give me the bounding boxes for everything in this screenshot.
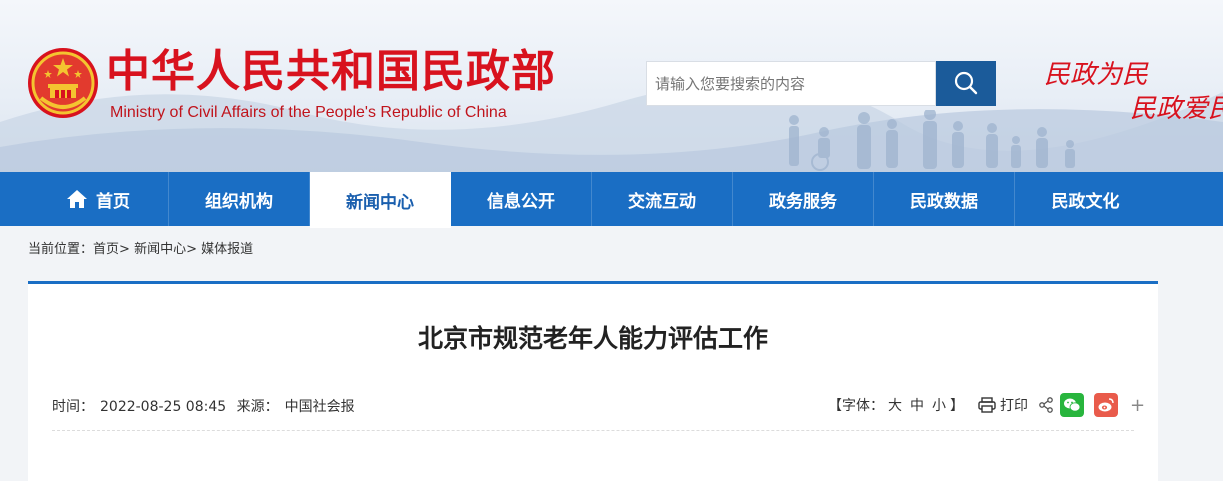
site-title: 中华人民共和国民政部 [106, 46, 556, 97]
publish-time: 2022-08-25 08:45 [100, 399, 227, 415]
nav-item-label: 首页 [96, 191, 130, 212]
more-share-button[interactable]: + [1130, 395, 1145, 416]
wechat-icon [1064, 398, 1081, 412]
weibo-icon [1098, 398, 1114, 412]
nav-item-info-disclosure[interactable]: 信息公开 [451, 172, 592, 226]
font-size-close: 】 [950, 398, 964, 414]
article-tools: 【字体： 大 中 小 】 打印 + [828, 392, 1145, 418]
search-icon [954, 71, 978, 95]
wechat-share-button[interactable] [1060, 393, 1084, 417]
main-nav: 首页 组织机构 新闻中心 信息公开 交流互动 政务服务 民政数据 民政文化 [0, 172, 1223, 228]
meta-divider [52, 430, 1134, 431]
nav-item-culture[interactable]: 民政文化 [1015, 172, 1156, 226]
print-button[interactable]: 打印 [978, 395, 1028, 415]
national-emblem-icon [28, 48, 98, 118]
article-source: 中国社会报 [284, 399, 355, 415]
nav-item-label: 新闻中心 [346, 192, 414, 213]
source-label: 来源： [236, 399, 279, 415]
nav-item-label: 民政数据 [910, 191, 978, 212]
nav-item-organization[interactable]: 组织机构 [169, 172, 310, 226]
nav-item-interaction[interactable]: 交流互动 [592, 172, 733, 226]
breadcrumb-home[interactable]: 首页 [93, 242, 119, 257]
search-input[interactable] [646, 61, 936, 106]
home-icon [67, 190, 87, 208]
slogan-line-1: 民政为民 [1044, 60, 1149, 90]
breadcrumb-news-center[interactable]: 新闻中心 [134, 242, 186, 257]
breadcrumb-separator: > [186, 242, 197, 257]
nav-item-label: 信息公开 [487, 191, 555, 212]
time-label: 时间： [52, 399, 94, 415]
slogan-line-2: 民政爱民 [1130, 94, 1223, 124]
weibo-share-button[interactable] [1094, 393, 1118, 417]
nav-item-home[interactable]: 首页 [28, 172, 169, 226]
search-button[interactable] [936, 61, 996, 106]
font-size-open: 【字体： [828, 398, 884, 414]
breadcrumb-prefix: 当前位置： [28, 242, 94, 257]
nav-item-label: 民政文化 [1051, 191, 1120, 212]
font-size-large-button[interactable]: 大 [888, 395, 902, 415]
print-label: 打印 [1000, 398, 1028, 414]
font-size-small-button[interactable]: 小 [932, 395, 946, 415]
site-subtitle: Ministry of Civil Affairs of the People'… [110, 104, 507, 121]
article-title: 北京市规范老年人能力评估工作 [417, 324, 768, 353]
breadcrumb-media-reports[interactable]: 媒体报道 [201, 242, 253, 257]
nav-item-data[interactable]: 民政数据 [874, 172, 1015, 226]
breadcrumb-separator: > [119, 242, 130, 257]
breadcrumb: 当前位置：首页> 新闻中心> 媒体报道 [28, 238, 253, 257]
share-icon [1039, 397, 1053, 413]
nav-item-news-center[interactable]: 新闻中心 [310, 172, 451, 228]
people-silhouette-illustration [789, 110, 1075, 171]
font-size-medium-button[interactable]: 中 [910, 395, 924, 415]
nav-item-label: 政务服务 [769, 191, 837, 212]
nav-item-label: 组织机构 [205, 191, 273, 212]
article-meta: 时间： 2022-08-25 08:45 来源： 中国社会报 [52, 396, 361, 416]
nav-item-services[interactable]: 政务服务 [733, 172, 874, 226]
site-header: 中华人民共和国民政部 Ministry of Civil Affairs of … [0, 0, 1223, 172]
printer-icon [978, 397, 996, 413]
nav-item-label: 交流互动 [628, 191, 696, 212]
article-card: 北京市规范老年人能力评估工作 时间： 2022-08-25 08:45 来源： 中国… [28, 281, 1158, 481]
